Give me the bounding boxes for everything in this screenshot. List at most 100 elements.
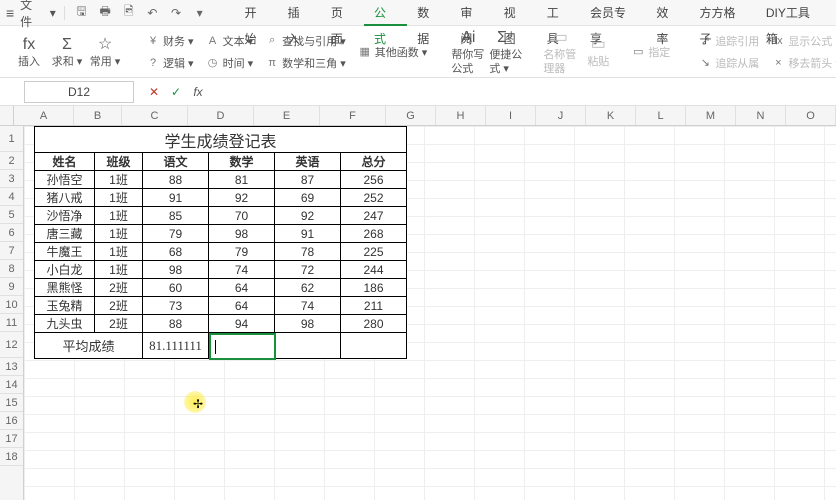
qat-save-icon[interactable]: 🖫 xyxy=(73,2,91,23)
tab-会员专享[interactable]: 会员专享 xyxy=(580,0,646,26)
qat-undo-icon[interactable]: ↶ xyxy=(144,6,162,20)
col-header-N[interactable]: N xyxy=(736,106,786,125)
row-header-1[interactable]: 1 xyxy=(0,126,23,152)
tab-数据[interactable]: 数据 xyxy=(407,0,450,26)
tab-审阅[interactable]: 审阅 xyxy=(450,0,493,26)
ribbon-查找与引用-button[interactable]: ⌕查找与引用 ▾ xyxy=(261,31,350,51)
tab-DIY工具箱[interactable]: DIY工具箱 xyxy=(756,0,830,26)
table-cell[interactable]: 1班 xyxy=(95,243,143,261)
row-header-16[interactable]: 16 xyxy=(0,412,23,430)
table-cell[interactable]: 225 xyxy=(341,243,407,261)
table-cell[interactable]: 2班 xyxy=(95,315,143,333)
select-all-corner[interactable] xyxy=(0,106,14,125)
col-header-G[interactable]: G xyxy=(386,106,436,125)
ribbon-财务-button[interactable]: ¥财务 ▾ xyxy=(142,31,198,51)
col-header-L[interactable]: L xyxy=(636,106,686,125)
row-header-18[interactable]: 18 xyxy=(0,448,23,466)
table-cell[interactable]: 88 xyxy=(143,171,209,189)
table-cell[interactable]: 玉兔精 xyxy=(35,297,95,315)
table-cell[interactable]: 280 xyxy=(341,315,407,333)
table-cell[interactable]: 牛魔王 xyxy=(35,243,95,261)
table-cell[interactable]: 唐三藏 xyxy=(35,225,95,243)
table-cell[interactable]: 1班 xyxy=(95,207,143,225)
table-cell[interactable]: 孙悟空 xyxy=(35,171,95,189)
table-cell[interactable]: 沙悟净 xyxy=(35,207,95,225)
file-menu-arrow[interactable]: ▾ xyxy=(50,6,56,20)
table-cell[interactable]: 268 xyxy=(341,225,407,243)
row-header-12[interactable]: 12 xyxy=(0,332,23,358)
table-cell[interactable]: 211 xyxy=(341,297,407,315)
ribbon-常用-button[interactable]: ☆常用 ▾ xyxy=(88,29,122,75)
row-header-8[interactable]: 8 xyxy=(0,260,23,278)
ribbon-文本-button[interactable]: A文本 ▾ xyxy=(202,31,258,51)
row-header-17[interactable]: 17 xyxy=(0,430,23,448)
table-cell[interactable]: 60 xyxy=(143,279,209,297)
tab-方方格子[interactable]: 方方格子 xyxy=(690,0,756,26)
formula-input[interactable] xyxy=(212,81,836,103)
table-cell[interactable]: 91 xyxy=(275,225,341,243)
col-header-K[interactable]: K xyxy=(586,106,636,125)
col-header-J[interactable]: J xyxy=(536,106,586,125)
spreadsheet[interactable]: ABCDEFGHIJKLMNO 123456789101112131415161… xyxy=(0,106,836,500)
table-cell[interactable]: 64 xyxy=(209,279,275,297)
table-cell[interactable]: 98 xyxy=(209,225,275,243)
cancel-icon[interactable]: ✕ xyxy=(146,85,162,99)
table-cell[interactable]: 256 xyxy=(341,171,407,189)
qat-preview-icon[interactable]: 🖻 xyxy=(120,2,138,23)
table-cell[interactable]: 94 xyxy=(209,315,275,333)
table-cell[interactable]: 74 xyxy=(275,297,341,315)
row-header-14[interactable]: 14 xyxy=(0,376,23,394)
row-header-15[interactable]: 15 xyxy=(0,394,23,412)
table-cell[interactable]: 74 xyxy=(209,261,275,279)
col-header-A[interactable]: A xyxy=(14,106,74,125)
table-cell[interactable]: 98 xyxy=(275,315,341,333)
accept-icon[interactable]: ✓ xyxy=(168,85,184,99)
qat-more-icon[interactable]: ▾ xyxy=(191,6,209,20)
row-header-3[interactable]: 3 xyxy=(0,170,23,188)
ribbon-插入-button[interactable]: fx插入 xyxy=(12,29,46,75)
col-header-F[interactable]: F xyxy=(320,106,386,125)
tab-开始[interactable]: 开始 xyxy=(234,0,277,26)
row-header-11[interactable]: 11 xyxy=(0,314,23,332)
table-cell[interactable]: 九头虫 xyxy=(35,315,95,333)
table-cell[interactable]: 黑熊怪 xyxy=(35,279,95,297)
table-cell[interactable]: 92 xyxy=(209,189,275,207)
fx-icon[interactable]: fx xyxy=(190,85,206,99)
table-cell[interactable]: 1班 xyxy=(95,189,143,207)
table-cell[interactable]: 79 xyxy=(143,225,209,243)
table-cell[interactable]: 小白龙 xyxy=(35,261,95,279)
table-cell[interactable]: 62 xyxy=(275,279,341,297)
table-cell[interactable]: 244 xyxy=(341,261,407,279)
row-header-5[interactable]: 5 xyxy=(0,206,23,224)
row-header-4[interactable]: 4 xyxy=(0,188,23,206)
col-header-H[interactable]: H xyxy=(436,106,486,125)
qat-redo-icon[interactable]: ↷ xyxy=(167,6,185,20)
table-cell[interactable]: 73 xyxy=(143,297,209,315)
qat-print-icon[interactable]: 🖶 xyxy=(96,2,114,23)
table-cell[interactable]: 1班 xyxy=(95,225,143,243)
grid[interactable]: 学生成绩登记表 姓名班级语文数学英语总分 孙悟空1班888187256猪八戒1班… xyxy=(24,126,836,500)
table-cell[interactable]: 78 xyxy=(275,243,341,261)
col-header-M[interactable]: M xyxy=(686,106,736,125)
ribbon-求和-button[interactable]: Σ求和 ▾ xyxy=(50,29,84,75)
ribbon-逻辑-button[interactable]: ?逻辑 ▾ xyxy=(142,53,198,73)
col-header-D[interactable]: D xyxy=(188,106,254,125)
tab-公式[interactable]: 公式 xyxy=(364,0,407,26)
row-header-6[interactable]: 6 xyxy=(0,224,23,242)
tab-工具[interactable]: 工具 xyxy=(537,0,580,26)
ribbon-帮你写公式-button[interactable]: Ai帮你写公式 xyxy=(451,29,485,75)
table-cell[interactable]: 79 xyxy=(209,243,275,261)
tab-插入[interactable]: 插入 xyxy=(278,0,321,26)
table-cell[interactable]: 87 xyxy=(275,171,341,189)
ribbon-数学和三角-button[interactable]: π数学和三角 ▾ xyxy=(261,53,350,73)
menu-icon[interactable]: ≡ xyxy=(6,5,14,21)
avg-d[interactable] xyxy=(209,333,275,359)
table-cell[interactable]: 1班 xyxy=(95,171,143,189)
ribbon-时间-button[interactable]: ◷时间 ▾ xyxy=(202,53,258,73)
table-cell[interactable]: 64 xyxy=(209,297,275,315)
table-cell[interactable]: 85 xyxy=(143,207,209,225)
table-cell[interactable]: 2班 xyxy=(95,297,143,315)
ribbon-其他函数-button[interactable]: ▦其他函数 ▾ xyxy=(354,42,432,62)
table-cell[interactable]: 1班 xyxy=(95,261,143,279)
table-cell[interactable]: 247 xyxy=(341,207,407,225)
